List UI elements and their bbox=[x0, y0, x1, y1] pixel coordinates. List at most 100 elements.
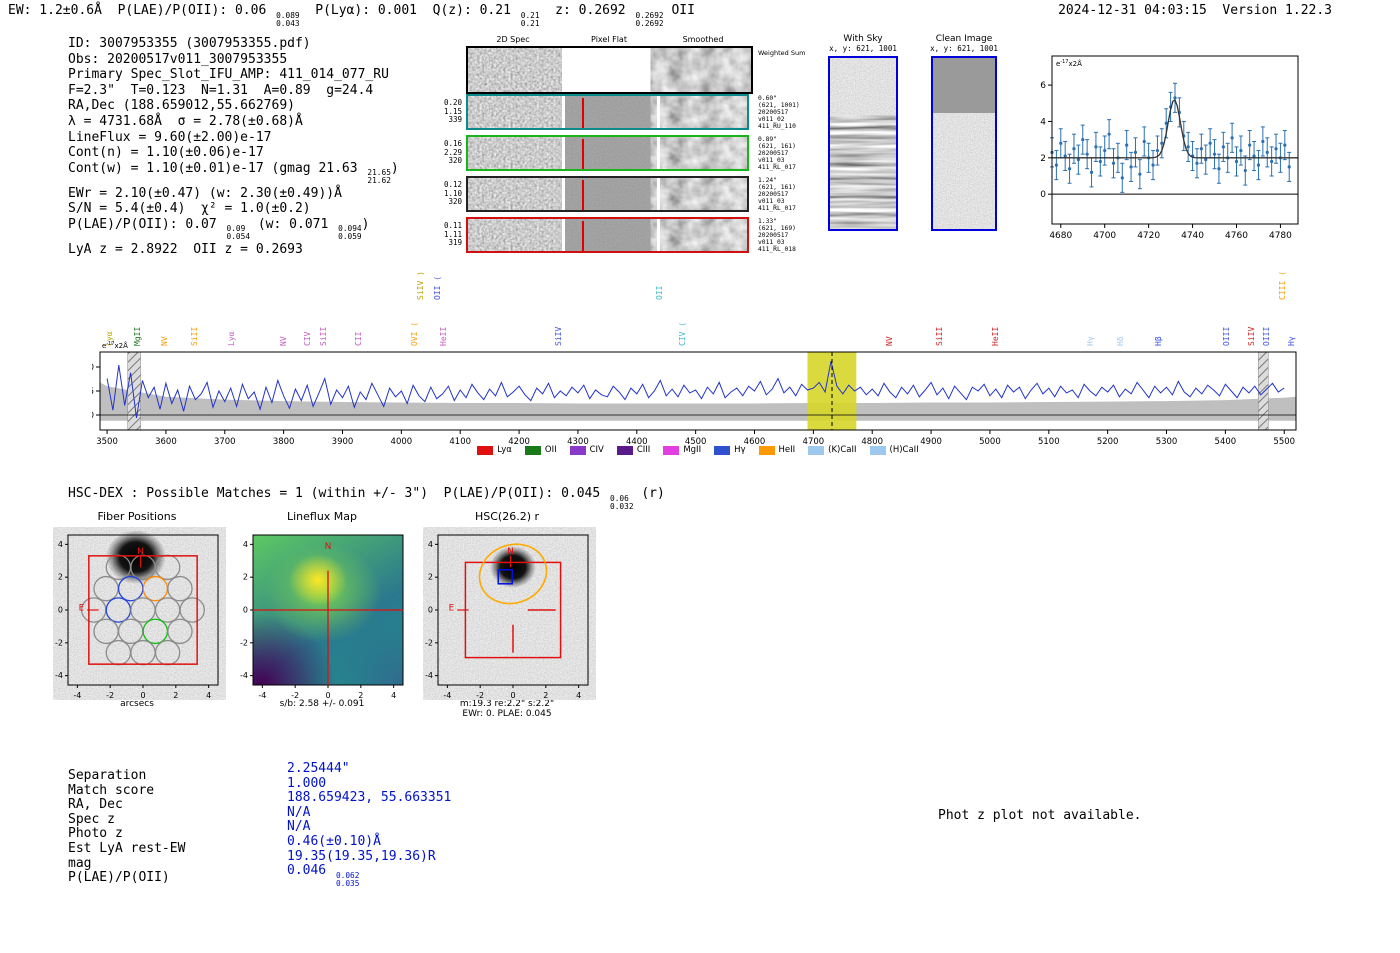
legend-swatch bbox=[569, 445, 586, 455]
legend-label: Hγ bbox=[734, 445, 746, 455]
svg-text:2: 2 bbox=[243, 573, 248, 582]
lineflux-map-svg: -4 -4 -2 -2 0 0 2 2 4 4 N bbox=[240, 534, 404, 700]
svg-text:2: 2 bbox=[543, 691, 548, 700]
with-sky-image-svg bbox=[830, 58, 896, 229]
weighted-sum-label: Weighted Sum bbox=[758, 49, 806, 57]
hsc-cutout-ew-plae: EWr: 0. PLAE: 0.045 bbox=[462, 709, 552, 719]
clean-image-coords: x, y: 621, 1001 bbox=[930, 44, 998, 53]
legend-label: (H)CaII bbox=[889, 445, 919, 455]
legend-swatch bbox=[758, 445, 775, 455]
info-line: Primary Spec_Slot_IFU_AMP: 411_014_077_R… bbox=[68, 67, 389, 83]
svg-text:E: E bbox=[79, 604, 85, 614]
spec2d-row-annotation: 1.33" (621, 169) 20200517 v011_03 411_RL_018 bbox=[758, 218, 796, 253]
legend-swatch bbox=[714, 445, 731, 455]
match-field-value: 19.35(19.35,19.36)R bbox=[287, 848, 436, 864]
svg-text:0: 0 bbox=[510, 691, 515, 700]
match-field-label: Spec z bbox=[68, 811, 115, 827]
spec2d-row-ticks: 0.20 1.15 339 bbox=[443, 98, 462, 124]
match-table-row: P(LAE)/P(OII) 0.046 0.062 0.035 bbox=[68, 863, 451, 895]
stacked-uncertainty: 0.09 0.054 bbox=[226, 224, 251, 242]
spec2d-row: 0.12 1.10 320 1.24" (621, 161) 20200517 v011_0… bbox=[444, 176, 826, 216]
svg-text:4720: 4720 bbox=[1137, 231, 1160, 241]
svg-text:0: 0 bbox=[140, 691, 145, 700]
match-field-value: 188.659423, 55.663351 bbox=[287, 790, 452, 806]
legend-item: (K)CaII bbox=[808, 445, 857, 455]
svg-text:-2: -2 bbox=[425, 638, 433, 647]
stacked-uncertainty: 21.65 21.62 bbox=[367, 168, 391, 186]
match-field-label: Separation bbox=[68, 768, 147, 783]
svg-text:4740: 4740 bbox=[1181, 231, 1204, 241]
clean-image-title: Clean Image bbox=[935, 34, 993, 44]
svg-text:-2: -2 bbox=[476, 691, 484, 700]
match-field-value: 0.46(±0.10)Å bbox=[287, 833, 381, 849]
legend-swatch bbox=[869, 445, 886, 455]
svg-text:4: 4 bbox=[1040, 117, 1046, 127]
with-sky-image bbox=[828, 56, 898, 231]
spec2d-header-pixelflat: Pixel Flat bbox=[591, 35, 627, 44]
spec2d-row-annotation: 1.24" (621, 161) 20200517 v011_03 411_RL_017 bbox=[758, 177, 796, 212]
svg-text:0: 0 bbox=[325, 691, 330, 700]
stacked-uncertainty: 0.094 0.059 bbox=[338, 224, 362, 242]
svg-text:4680: 4680 bbox=[1049, 231, 1072, 241]
lineflux-map-title: Lineflux Map bbox=[286, 510, 358, 523]
legend-swatch bbox=[477, 445, 494, 455]
spec2d-row-ticks: 0.11 1.11 319 bbox=[443, 221, 462, 247]
svg-text:4700: 4700 bbox=[1093, 231, 1116, 241]
fiber-positions-svg: -4 -4 -2 -2 0 0 2 2 4 4 N E bbox=[55, 530, 219, 700]
match-field-label: mag bbox=[68, 855, 92, 871]
legend-swatch bbox=[808, 445, 825, 455]
hsc-cutout-title: HSC(26.2) r bbox=[474, 510, 540, 523]
match-field-value: N/A bbox=[287, 804, 311, 820]
match-field-value: 2.25444" bbox=[287, 761, 350, 776]
legend-swatch bbox=[524, 445, 541, 455]
with-sky-panel: With Sky x, y: 621, 1001 bbox=[824, 34, 902, 233]
legend-item: OII bbox=[524, 445, 557, 455]
hsc-match-summary: HSC-DEX : Possible Matches = 1 (within +… bbox=[68, 486, 665, 511]
hsc-cutout-plot: -4 -4 -2 -2 0 0 2 2 4 4 N E bbox=[418, 527, 596, 701]
svg-text:e-17x2Å: e-17x2Å bbox=[1056, 59, 1082, 68]
info-line: F=2.3" T=0.123 N=1.31 A=0.89 g=24.4 bbox=[68, 82, 374, 98]
spec2d-header-2dspec: 2D Spec bbox=[496, 35, 530, 44]
svg-text:-4: -4 bbox=[73, 691, 81, 700]
match-field-value: N/A bbox=[287, 819, 311, 835]
emission-line-label: OII ( bbox=[432, 275, 442, 300]
match-field-value: 0.046 0.062 0.035 bbox=[287, 863, 360, 888]
detection-info-block: ID: 3007953355 (3007953355.pdf) Obs: 2020… bbox=[68, 36, 399, 257]
svg-text:-4: -4 bbox=[240, 671, 248, 680]
spec2d-row: 0.16 2.29 320 0.89" (621, 161) 20200517 v011_0… bbox=[444, 135, 826, 175]
legend-item: Lyα bbox=[477, 445, 512, 455]
info-line: Obs: 20200517v011_3007953355 bbox=[68, 51, 288, 67]
fiber-positions-title: Fiber Positions bbox=[97, 510, 177, 523]
info-line: Cont(w) = 1.10(±0.01)e-17 (gmag 21.63 21… bbox=[68, 160, 399, 186]
match-field-label: Photo z bbox=[68, 826, 123, 842]
spec2d-row-ticks: 0.12 1.10 320 bbox=[443, 180, 462, 206]
hsc-cutout-svg: -4 -4 -2 -2 0 0 2 2 4 4 N E bbox=[425, 534, 589, 700]
svg-text:-4: -4 bbox=[425, 671, 433, 680]
info-line: LyA z = 2.8922 OII z = 0.2693 bbox=[68, 241, 303, 257]
match-field-value: 1.000 bbox=[287, 775, 327, 791]
svg-text:E: E bbox=[449, 604, 455, 614]
timestamp-version: 2024-12-31 04:03:15 Version 1.22.3 bbox=[1058, 3, 1332, 18]
svg-text:-2: -2 bbox=[240, 638, 248, 647]
info-line: P(LAE)/P(OII): 0.07 0.09 0.054 (w: 0.071 … bbox=[68, 216, 370, 242]
svg-text:5.0: 5.0 bbox=[92, 363, 94, 373]
stacked-uncertainty: 0.2692 0.2692 bbox=[635, 10, 664, 28]
svg-text:0: 0 bbox=[1040, 190, 1046, 200]
spec2d-header-smoothed: Smoothed bbox=[682, 35, 724, 44]
info-line: λ = 4731.68Å σ = 2.78(±0.68)Å bbox=[68, 113, 303, 129]
spec2d-row-annotation: 0.89" (621, 161) 20200517 v011_03 411_RL_017 bbox=[758, 136, 796, 171]
info-line: ID: 3007953355 (3007953355.pdf) bbox=[68, 36, 311, 51]
svg-text:6: 6 bbox=[1040, 81, 1046, 91]
line-fit-chart: 0 2 4 6 4680 4700 4720 4740 4760 4780 e-17x2Å bbox=[1040, 55, 1299, 241]
svg-text:-2: -2 bbox=[291, 691, 299, 700]
fiber-positions-panel: Fiber Positions -4 -4 -2 -2 0 0 2 2 4 4 N E arcsecs bbox=[48, 510, 226, 709]
clean-image-svg bbox=[933, 58, 995, 229]
legend-item: Hγ bbox=[714, 445, 746, 455]
hsc-cutout-panel: HSC(26.2) r -4 -4 -2 -2 0 0 2 2 4 4 N E m:19.3 re:2… bbox=[418, 510, 596, 719]
svg-text:4: 4 bbox=[206, 691, 211, 700]
clean-image bbox=[931, 56, 997, 231]
legend-item: CIV bbox=[569, 445, 604, 455]
svg-text:2: 2 bbox=[173, 691, 178, 700]
emission-line-labels: Lyα MgII NV SiII Lyα NV CIV SiII CII OVI (SiIV ) O… bbox=[92, 256, 1304, 348]
info-line: S/N = 5.4(±0.4) χ² = 1.0(±0.2) bbox=[68, 201, 311, 217]
